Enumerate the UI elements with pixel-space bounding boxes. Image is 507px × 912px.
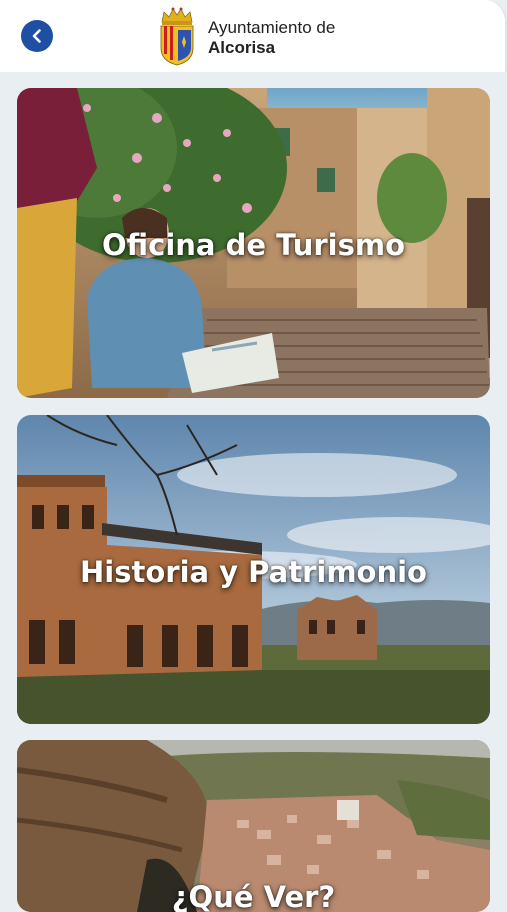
card-historia-patrimonio[interactable]: Historia y Patrimonio — [17, 415, 490, 724]
card-title: Historia y Patrimonio — [80, 555, 427, 589]
chevron-left-icon — [32, 29, 41, 43]
coat-of-arms-icon — [160, 7, 194, 66]
brand-line2: Alcorisa — [208, 38, 276, 57]
card-title: Oficina de Turismo — [102, 228, 405, 262]
back-button[interactable] — [21, 20, 53, 52]
app-header: Ayuntamiento de Alcorisa — [0, 0, 507, 72]
card-title: ¿Qué Ver? — [171, 880, 336, 912]
brand-title: Ayuntamiento de Alcorisa — [208, 18, 335, 58]
brand-line1: Ayuntamiento de — [208, 18, 336, 37]
card-oficina-turismo[interactable]: Oficina de Turismo — [17, 88, 490, 398]
card-que-ver[interactable]: ¿Qué Ver? — [17, 740, 490, 912]
